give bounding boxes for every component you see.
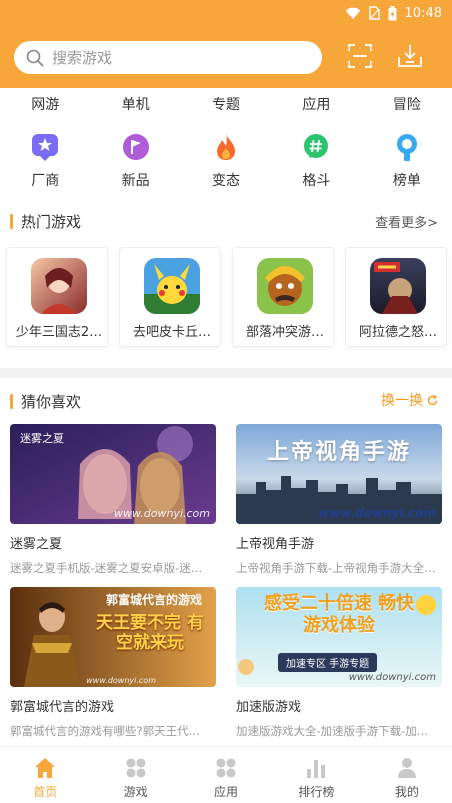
tab-label: 游戏 [123, 785, 148, 799]
scan-icon[interactable] [347, 43, 373, 69]
hot-section-title: 热门游戏 [10, 211, 81, 232]
watermark: www.downyi.com [318, 506, 436, 520]
nav-item-apps[interactable]: 应用 [271, 92, 361, 118]
status-bar: 10:48 [0, 0, 452, 26]
card-image: 上帝视角手游 www.downyi.com [236, 424, 442, 524]
refresh-icon [427, 394, 438, 405]
section-divider [0, 368, 452, 378]
card-image-slogan: 天王要不完 有空就来玩 [96, 613, 204, 653]
card-image: 郭富城代言的游戏 天王要不完 有空就来玩 www.downyi.com [10, 587, 216, 687]
game-name: 部落冲突游… [245, 325, 324, 340]
game-icon [257, 258, 313, 314]
refresh-button[interactable]: 换一换 [381, 390, 438, 410]
watermark: www.downyi.com [348, 672, 436, 683]
tab-games[interactable]: 游戏 [90, 747, 180, 803]
card-image-text: 郭富城代言的游戏 [105, 593, 202, 607]
card-title: 郭富城代言的游戏 [10, 700, 115, 715]
card-image: 感受二十倍速 畅快游戏体验 加速专区 手游专题 www.downyi.com [236, 587, 442, 687]
tab-label: 我的 [394, 785, 419, 799]
home-icon [35, 758, 56, 778]
game-name: 少年三国志2… [15, 325, 103, 340]
guess-title: 猜你喜欢 [21, 393, 82, 411]
card-desc: 郭富城代言的游戏有哪些?郭天王代… [10, 724, 201, 738]
category-ranking[interactable]: 榜单 [362, 132, 452, 192]
top-nav: 网游 单机 专题 应用 冒险 [0, 92, 452, 118]
medal-icon [392, 132, 422, 162]
search-input[interactable]: 搜索游戏 [52, 47, 112, 68]
tab-label: 首页 [33, 785, 58, 799]
bottom-tab-bar: 首页 游戏 应用 排行榜 我的 [0, 746, 452, 803]
nav-item-online[interactable]: 网游 [0, 92, 90, 118]
tab-profile[interactable]: 我的 [362, 747, 452, 803]
search-box[interactable]: 搜索游戏 [14, 41, 322, 74]
recommend-card[interactable]: 上帝视角手游 www.downyi.com 上帝视角手游 上帝视角手游下载-上帝… [236, 424, 442, 576]
battery-icon [388, 5, 397, 20]
games-icon [126, 758, 146, 778]
recommend-card[interactable]: 迷雾之夏 www.downyi.com 迷雾之夏 迷雾之夏手机版-迷雾之夏安卓版… [10, 424, 216, 576]
hot-title: 热门游戏 [21, 213, 82, 231]
category-vendor[interactable]: 厂商 [0, 132, 90, 192]
category-label: 格斗 [302, 173, 331, 189]
category-modded[interactable]: 变态 [181, 132, 271, 192]
category-label: 新品 [121, 173, 150, 189]
game-icon [370, 258, 426, 314]
download-icon[interactable] [397, 43, 423, 69]
tab-ranking[interactable]: 排行榜 [271, 747, 361, 803]
nav-item-single[interactable]: 单机 [90, 92, 180, 118]
wifi-icon [345, 7, 361, 19]
category-label: 厂商 [31, 173, 60, 189]
flame-icon [211, 132, 241, 162]
tab-home[interactable]: 首页 [0, 747, 90, 803]
hot-game-card[interactable]: 少年三国志2… [6, 247, 108, 347]
ranking-icon [307, 760, 326, 778]
card-title: 迷雾之夏 [10, 537, 63, 552]
category-row: 厂商 新品 变态 格斗 榜单 [0, 132, 452, 192]
status-time: 10:48 [404, 5, 442, 21]
game-icon [144, 258, 200, 314]
game-icon [31, 258, 87, 314]
tab-label: 应用 [214, 785, 239, 799]
hashtag-icon [301, 132, 331, 162]
card-title: 加速版游戏 [236, 700, 302, 715]
game-name: 去吧皮卡丘… [132, 325, 211, 340]
flag-icon [121, 132, 151, 162]
section-marker [10, 214, 13, 229]
card-image-badge: 加速专区 手游专题 [278, 653, 378, 672]
recommend-card[interactable]: 郭富城代言的游戏 天王要不完 有空就来玩 www.downyi.com 郭富城代… [10, 587, 216, 739]
search-icon [26, 49, 44, 66]
profile-icon [397, 758, 416, 778]
nav-item-topic[interactable]: 专题 [181, 92, 271, 118]
category-fighting[interactable]: 格斗 [271, 132, 361, 192]
card-title: 上帝视角手游 [236, 537, 315, 552]
watermark: www.downyi.com [86, 676, 156, 685]
card-image-text: 迷雾之夏 [20, 432, 64, 445]
watermark: www.downyi.com [113, 507, 210, 520]
category-new[interactable]: 新品 [90, 132, 180, 192]
game-name: 阿拉德之怒… [358, 325, 437, 340]
card-desc: 上帝视角手游下载-上帝视角手游大全… [236, 561, 436, 575]
guess-section-title: 猜你喜欢 [10, 391, 81, 412]
header: 搜索游戏 [0, 26, 452, 88]
recommend-card[interactable]: 感受二十倍速 畅快游戏体验 加速专区 手游专题 www.downyi.com 加… [236, 587, 442, 739]
section-marker [10, 394, 13, 409]
card-desc: 迷雾之夏手机版-迷雾之夏安卓版-迷… [10, 561, 203, 575]
category-label: 榜单 [392, 173, 421, 189]
nav-item-adventure[interactable]: 冒险 [362, 92, 452, 118]
card-image-text: 上帝视角手游 [266, 440, 411, 465]
star-badge-icon [30, 132, 60, 162]
category-label: 变态 [212, 173, 241, 189]
card-desc: 加速版游戏大全-加速版手游下载-加… [236, 724, 429, 738]
see-more-link[interactable]: 查看更多> [375, 212, 438, 231]
tab-label: 排行榜 [298, 785, 335, 799]
hot-game-card[interactable]: 阿拉德之怒… [345, 247, 447, 347]
hot-game-card[interactable]: 去吧皮卡丘… [119, 247, 221, 347]
hot-games-row: 少年三国志2… 去吧皮卡丘… 部落冲突游… 阿拉德之怒… [6, 247, 452, 347]
apps-icon [216, 758, 236, 778]
hot-game-card[interactable]: 部落冲突游… [232, 247, 334, 347]
tab-apps[interactable]: 应用 [181, 747, 271, 803]
no-sim-icon [368, 6, 380, 20]
card-image-text: 感受二十倍速 畅快游戏体验 [263, 593, 415, 636]
card-image: 迷雾之夏 www.downyi.com [10, 424, 216, 524]
refresh-label: 换一换 [381, 393, 423, 409]
